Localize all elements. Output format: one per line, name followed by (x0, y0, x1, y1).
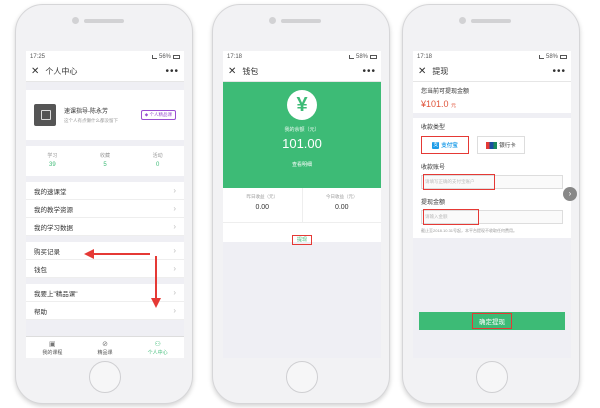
arrow-to-profile-tab (151, 256, 161, 308)
arrow-to-wallet (84, 249, 150, 259)
annotation-overlay (84, 249, 161, 308)
